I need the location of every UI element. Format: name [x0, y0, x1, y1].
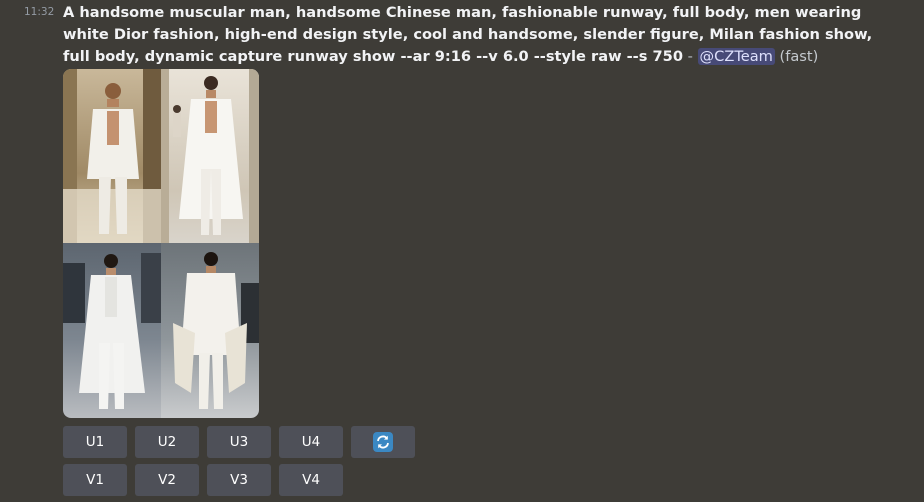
- u3-button[interactable]: U3: [207, 426, 271, 458]
- image-tile-3-picture: [63, 243, 161, 418]
- u1-button[interactable]: U1: [63, 426, 127, 458]
- user-mention[interactable]: @CZTeam: [697, 48, 775, 65]
- reroll-button[interactable]: [351, 426, 415, 458]
- u4-button[interactable]: U4: [279, 426, 343, 458]
- image-tile-2[interactable]: [161, 69, 259, 243]
- image-tile-2-picture: [161, 69, 259, 243]
- generation-mode: (fast): [774, 48, 819, 65]
- upscale-button-row: U1 U2 U3 U4: [63, 426, 415, 458]
- v1-button[interactable]: V1: [63, 464, 127, 496]
- v4-button[interactable]: V4: [279, 464, 343, 496]
- message-timestamp: 11:32: [24, 6, 55, 18]
- message-content: A handsome muscular man, handsome Chines…: [63, 2, 903, 68]
- u2-button[interactable]: U2: [135, 426, 199, 458]
- image-tile-1[interactable]: [63, 69, 161, 243]
- prompt-separator: -: [682, 48, 698, 65]
- v2-button[interactable]: V2: [135, 464, 199, 496]
- image-tile-4-picture: [161, 243, 259, 418]
- v3-button[interactable]: V3: [207, 464, 271, 496]
- image-tile-1-picture: [63, 69, 161, 243]
- image-grid[interactable]: [63, 69, 259, 418]
- image-tile-3[interactable]: [63, 243, 161, 418]
- refresh-icon: [373, 432, 393, 452]
- variation-button-row: V1 V2 V3 V4: [63, 464, 343, 496]
- image-tile-4[interactable]: [161, 243, 259, 418]
